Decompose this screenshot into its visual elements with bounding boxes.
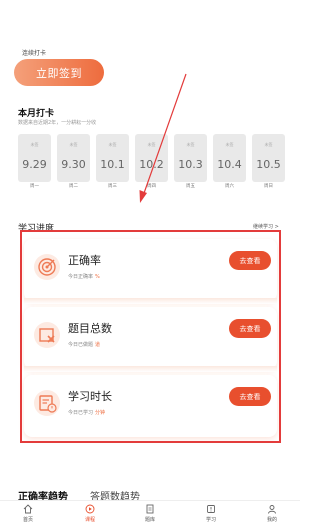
calendar-strip: 未签 9.29 周一 未签 9.30 周二 未签 10.1 周三 未签 10.2…	[18, 134, 285, 189]
nav-label: 学习	[205, 517, 216, 523]
day-status: 未签	[30, 142, 39, 147]
streak-label: 连续打卡	[22, 50, 47, 57]
checkin-button[interactable]: 立即签到	[14, 59, 104, 86]
day-item[interactable]: 未签 10.3 周五	[174, 134, 207, 189]
study-icon	[207, 505, 215, 513]
question-bank-icon	[146, 504, 154, 514]
day-date: 9.29	[22, 158, 47, 171]
day-status: 未签	[147, 142, 156, 147]
day-date: 9.30	[61, 158, 86, 171]
day-weekday: 周日	[264, 184, 273, 189]
day-weekday: 周一	[30, 184, 39, 189]
day-date: 10.1	[100, 158, 125, 171]
profile-icon	[268, 505, 276, 514]
continue-study-link[interactable]: 继续学习 >	[253, 223, 279, 230]
day-status: 未签	[264, 142, 273, 147]
day-item[interactable]: 未签 10.2 周四	[135, 134, 168, 189]
day-weekday: 周二	[69, 184, 78, 189]
nav-question-bank[interactable]: 题库	[130, 503, 170, 523]
nav-profile[interactable]: 我的	[252, 503, 292, 523]
nav-home[interactable]: 首页	[8, 503, 48, 523]
home-icon	[23, 504, 33, 514]
nav-label: 题库	[144, 517, 155, 523]
annotation-highlight-box	[20, 230, 281, 443]
nav-study[interactable]: 学习	[191, 503, 231, 523]
day-date: 10.3	[178, 158, 203, 171]
month-title: 本月打卡	[18, 109, 55, 119]
course-icon	[85, 504, 95, 514]
day-weekday: 周六	[225, 184, 234, 189]
day-date: 10.2	[139, 158, 164, 171]
day-item[interactable]: 未签 10.5 周日	[252, 134, 285, 189]
nav-label: 课程	[84, 517, 95, 523]
day-item[interactable]: 未签 9.29 周一	[18, 134, 51, 189]
day-status: 未签	[108, 142, 117, 147]
month-subtitle: 数据来自近期2年，一分耕耘一分收	[18, 120, 97, 126]
day-item[interactable]: 未签 9.30 周二	[57, 134, 90, 189]
day-status: 未签	[225, 142, 234, 147]
nav-course[interactable]: 课程	[70, 503, 110, 523]
day-weekday: 周三	[108, 184, 117, 189]
day-weekday: 周四	[147, 184, 156, 189]
nav-label: 首页	[22, 517, 33, 523]
day-item[interactable]: 未签 10.1 周三	[96, 134, 129, 189]
day-item[interactable]: 未签 10.4 周六	[213, 134, 246, 189]
day-date: 10.4	[217, 158, 242, 171]
day-date: 10.5	[256, 158, 281, 171]
day-status: 未签	[186, 142, 195, 147]
day-weekday: 周五	[186, 184, 195, 189]
nav-label: 我的	[266, 517, 277, 523]
bottom-nav: 首页 课程 题库 学习 我的	[0, 500, 300, 523]
day-status: 未签	[69, 142, 78, 147]
